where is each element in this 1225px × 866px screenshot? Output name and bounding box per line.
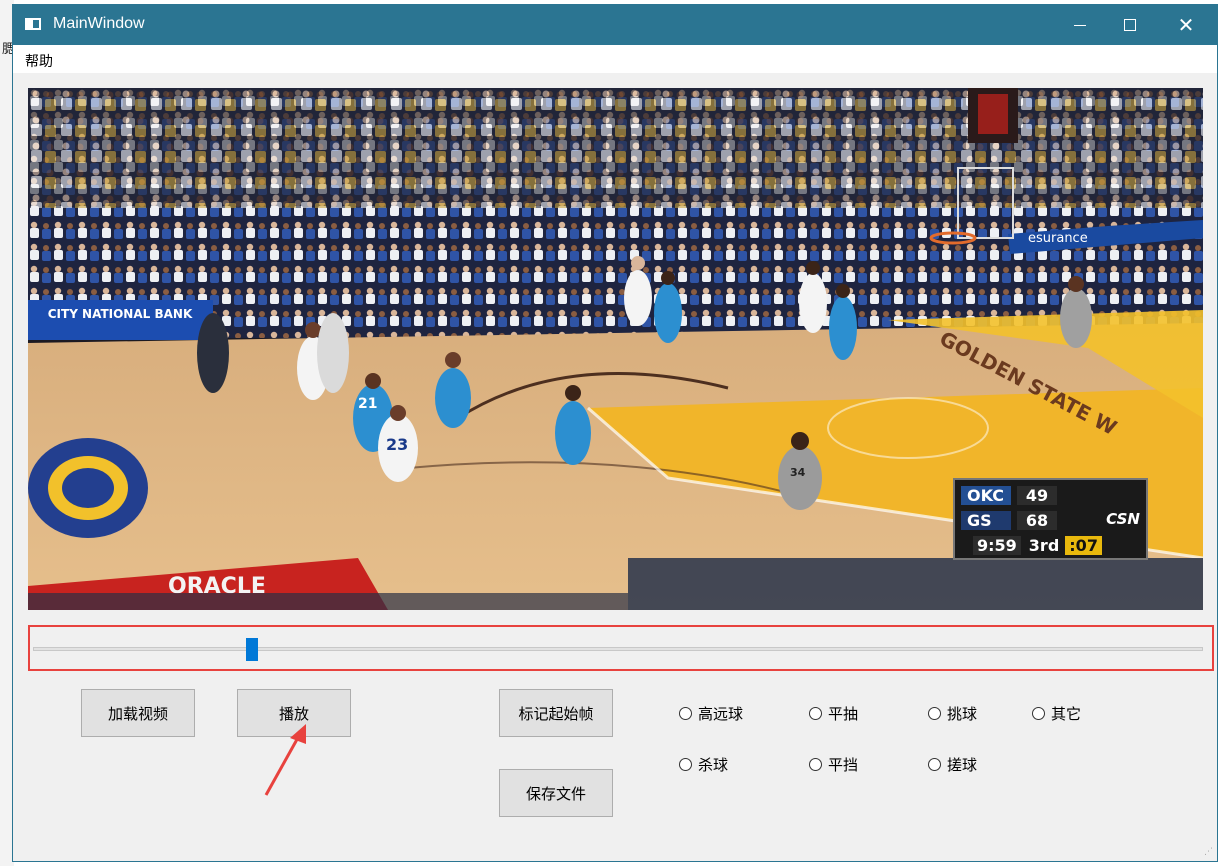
- radio-circle[interactable]: [679, 707, 692, 720]
- radio-other[interactable]: 其它: [1032, 703, 1081, 724]
- esurance-sign: esurance: [1028, 231, 1088, 246]
- team2-name: GS: [961, 510, 1011, 530]
- maximize-button[interactable]: [1107, 5, 1153, 45]
- radio-label: 其它: [1051, 705, 1082, 723]
- jersey-34: 34: [790, 466, 806, 479]
- mark-start-frame-button[interactable]: 标记起始帧: [499, 689, 613, 737]
- radio-label: 杀球: [698, 756, 729, 774]
- resize-grip-icon[interactable]: ⋰: [1204, 847, 1213, 857]
- jersey-23: 23: [386, 435, 408, 454]
- team1-score: 49: [1017, 485, 1057, 505]
- radio-circle[interactable]: [928, 707, 941, 720]
- load-video-button[interactable]: 加载视频: [81, 689, 195, 737]
- maximize-icon: [1124, 19, 1136, 31]
- slider-handle[interactable]: [245, 638, 258, 661]
- app-icon: [25, 18, 41, 30]
- radio-net-shot[interactable]: 搓球: [928, 754, 977, 775]
- team2-score: 68: [1017, 510, 1057, 530]
- game-clock: 9:59: [973, 535, 1021, 555]
- video-display: CITY NATIONAL BANK esurance ORACLE GOLDE…: [28, 88, 1203, 610]
- scoreboard: OKC 49 GS 68 CSN 9:59 3rd :07: [953, 478, 1148, 560]
- radio-circle[interactable]: [809, 707, 822, 720]
- radio-block[interactable]: 平挡: [809, 754, 858, 775]
- annotation-arrow: [264, 724, 306, 796]
- radio-drive[interactable]: 平抽: [809, 703, 858, 724]
- video-progress-slider[interactable]: [33, 647, 1203, 651]
- arrow-head-icon: [290, 724, 306, 744]
- minimize-button[interactable]: [1057, 5, 1103, 45]
- save-file-button[interactable]: 保存文件: [499, 769, 613, 817]
- radio-circle[interactable]: [928, 758, 941, 771]
- menu-bar: 帮助: [13, 45, 1217, 73]
- shot-clock: :07: [1065, 535, 1102, 555]
- radio-label: 高远球: [698, 705, 744, 723]
- main-window: MainWindow ✕ 帮助 CITY NATIONAL BANK esura…: [12, 4, 1218, 862]
- team1-name: OKC: [961, 485, 1011, 505]
- radio-label: 平抽: [828, 705, 859, 723]
- radio-circle[interactable]: [1032, 707, 1045, 720]
- city-national-sign: CITY NATIONAL BANK: [48, 307, 193, 321]
- radio-smash[interactable]: 杀球: [679, 754, 728, 775]
- radio-clear[interactable]: 高远球: [679, 703, 743, 724]
- minimize-icon: [1074, 24, 1086, 26]
- radio-lift[interactable]: 挑球: [928, 703, 977, 724]
- game-period: 3rd: [1028, 535, 1060, 555]
- title-bar[interactable]: MainWindow ✕: [13, 5, 1217, 45]
- radio-label: 平挡: [828, 756, 859, 774]
- radio-circle[interactable]: [809, 758, 822, 771]
- radio-circle[interactable]: [679, 758, 692, 771]
- radio-label: 搓球: [947, 756, 978, 774]
- window-title: MainWindow: [53, 15, 145, 32]
- close-button[interactable]: ✕: [1163, 5, 1209, 45]
- jersey-21: 21: [358, 396, 377, 412]
- menu-help[interactable]: 帮助: [25, 51, 53, 71]
- radio-label: 挑球: [947, 705, 978, 723]
- network-logo: CSN: [1106, 510, 1140, 528]
- close-icon: ✕: [1177, 13, 1195, 37]
